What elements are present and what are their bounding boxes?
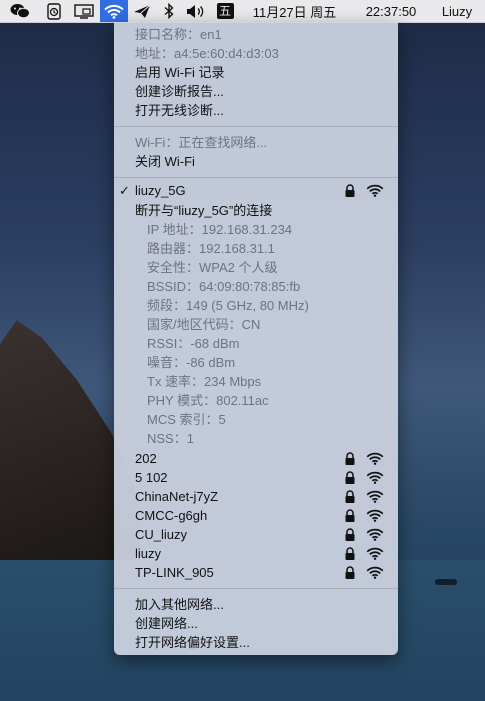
detail-country: 国家/地区代码：CN [147,317,261,332]
lock-icon [345,508,355,522]
enable-wifi-logging-item[interactable]: 启用 Wi-Fi 记录 [135,63,225,82]
lock-icon [345,565,355,579]
interface-name: 接口名称：en1 [135,27,222,42]
network-item[interactable]: TP-LINK_905 [135,563,214,582]
detail-router: 路由器：192.168.31.1 [147,241,275,256]
wifi-signal-icon [366,547,384,560]
time-machine-icon[interactable] [40,0,68,22]
input-method-label: 五 [216,3,234,19]
network-item[interactable]: 5 102 [135,468,168,487]
lock-icon [345,546,355,560]
network-status-icons [344,563,384,582]
wifi-signal-icon [366,566,384,579]
menu-separator [114,588,398,589]
detail-tx-rate: Tx 速率：234 Mbps [147,374,262,389]
network-item[interactable]: liuzy [135,544,161,563]
network-status-icons [344,506,384,525]
network-item[interactable]: CU_liuzy [135,525,187,544]
network-item[interactable]: 202 [135,449,157,468]
wifi-signal-icon [366,452,384,465]
wifi-dropdown-menu: 接口名称：en1 地址：a4:5e:60:d4:d3:03 启用 Wi-Fi 记… [114,22,398,655]
wifi-status: Wi-Fi：正在查找网络... [135,135,268,150]
network-item[interactable]: CMCC-g6gh [135,506,207,525]
detail-noise: 噪音：-86 dBm [147,355,236,370]
lock-icon [345,489,355,503]
detail-rssi: RSSI：-68 dBm [147,336,240,351]
join-other-network-item[interactable]: 加入其他网络... [135,595,224,614]
detail-ip: IP 地址：192.168.31.234 [147,222,293,237]
mac-address: 地址：a4:5e:60:d4:d3:03 [135,46,279,61]
menu-separator [114,126,398,127]
checkmark-icon: ✓ [119,183,130,198]
wifi-signal-icon [366,471,384,484]
menubar-user[interactable]: Liuzy [433,4,481,19]
network-status-icons [344,487,384,506]
lock-icon [345,527,355,541]
volume-icon[interactable] [182,0,210,22]
create-network-item[interactable]: 创建网络... [135,614,198,633]
turn-off-wifi-item[interactable]: 关闭 Wi-Fi [135,152,195,171]
wifi-menu-icon[interactable] [100,0,128,22]
detail-channel: 频段：149 (5 GHz, 80 MHz) [147,298,309,313]
detail-security: 安全性：WPA2 个人级 [147,260,278,275]
connected-network-item[interactable]: liuzy_5G [135,181,186,200]
menubar-date[interactable]: 11月27日 周五 [240,2,349,21]
network-status-icons [344,525,384,544]
lock-icon [345,451,355,465]
send-plane-icon[interactable] [128,0,156,22]
menu-separator [114,177,398,178]
bluetooth-icon[interactable] [156,0,182,22]
wechat-icon[interactable] [0,0,40,22]
wifi-signal-icon [366,490,384,503]
network-status-icons [344,449,384,468]
network-status-icons [344,544,384,563]
detail-bssid: BSSID：64:09:80:78:85:fb [147,279,301,294]
network-item[interactable]: ChinaNet-j7yZ [135,487,218,506]
network-status-icons [344,181,384,200]
display-mirroring-icon[interactable] [68,0,100,22]
wifi-signal-icon [366,184,384,197]
detail-phy-mode: PHY 模式：802.11ac [147,393,269,408]
open-wireless-diagnostics-item[interactable]: 打开无线诊断... [135,101,224,120]
create-diagnostics-report-item[interactable]: 创建诊断报告... [135,82,224,101]
disconnect-item[interactable]: 断开与“liuzy_5G”的连接 [135,201,272,220]
wifi-signal-icon [366,528,384,541]
lock-icon [345,470,355,484]
network-status-icons [344,468,384,487]
menubar-clock[interactable]: 22:37:50 [349,4,433,19]
open-network-preferences-item[interactable]: 打开网络偏好设置... [135,633,250,652]
detail-mcs: MCS 索引：5 [147,412,226,427]
wifi-signal-icon [366,509,384,522]
lock-icon [345,183,355,197]
wallpaper-boat [435,579,457,585]
menu-bar: 五 11月27日 周五 22:37:50 Liuzy [0,0,485,23]
input-method-icon[interactable]: 五 [210,0,240,22]
detail-nss: NSS：1 [147,431,194,446]
